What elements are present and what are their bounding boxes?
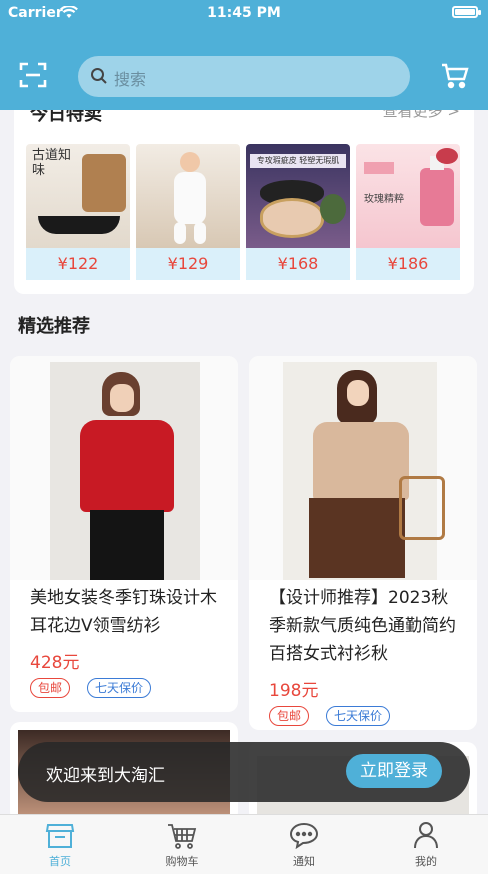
tab-label: 首页 — [49, 855, 71, 868]
shopping-cart-icon — [167, 821, 197, 849]
search-placeholder: 搜索 — [114, 70, 147, 89]
tab-notifications[interactable]: 通知 — [264, 815, 344, 874]
tab-label: 通知 — [293, 855, 315, 868]
today-deals-card: 今日特卖 查看更多 > 古道知味 ¥122 ¥129 专攻瑕疵皮 轻塑无瑕肌 ¥… — [14, 96, 474, 294]
deal-item[interactable]: 玫瑰精粹 ¥186 — [356, 144, 460, 280]
featured-section-title: 精选推荐 — [18, 316, 90, 337]
product-name: 【设计师推荐】2023秋季新款气质纯色通勤简约百搭女式衬衫秋 — [269, 588, 456, 664]
product-image — [249, 356, 477, 580]
app-header: Carrier 11:45 PM 搜索 — [0, 0, 488, 110]
tab-bar: 首页 购物车 通知 我的 — [0, 814, 488, 874]
login-banner: 欢迎来到大淘汇 立即登录 — [18, 742, 470, 802]
tag-price-protect: 七天保价 — [87, 678, 152, 698]
scan-icon[interactable] — [18, 60, 48, 90]
status-time: 11:45 PM — [207, 5, 281, 21]
product-image — [10, 356, 238, 580]
deal-image-caption: 专攻瑕疵皮 轻塑无瑕肌 — [250, 154, 346, 168]
deal-price: ¥129 — [136, 248, 240, 280]
deal-image-rose-essence: 玫瑰精粹 — [356, 144, 460, 248]
deal-image-caption: 玫瑰精粹 — [364, 194, 404, 205]
tab-home[interactable]: 首页 — [20, 815, 100, 874]
tab-label: 购物车 — [165, 855, 199, 868]
login-button[interactable]: 立即登录 — [346, 754, 442, 788]
login-banner-text: 欢迎来到大淘汇 — [46, 766, 165, 786]
person-icon — [411, 821, 441, 849]
search-input[interactable]: 搜索 — [78, 56, 410, 97]
battery-icon — [452, 6, 481, 18]
tag-free-shipping: 包邮 — [269, 706, 310, 726]
product-name: 美地女装冬季钉珠设计木耳花边V领雪纺衫 — [30, 588, 217, 636]
cart-icon[interactable] — [440, 60, 470, 90]
tab-cart[interactable]: 购物车 — [142, 815, 222, 874]
deal-item[interactable]: 古道知味 ¥122 — [26, 144, 130, 280]
chat-bubble-icon — [289, 821, 319, 850]
home-shop-icon — [45, 821, 75, 849]
product-card[interactable]: 【设计师推荐】2023秋季新款气质纯色通勤简约百搭女式衬衫秋 198元 包邮 七… — [249, 356, 477, 730]
deal-price: ¥168 — [246, 248, 350, 280]
deal-image-baby — [136, 144, 240, 248]
deal-image-caption: 古道知味 — [32, 148, 72, 178]
product-price: 198元 — [269, 681, 319, 701]
product-card[interactable]: 美地女装冬季钉珠设计木耳花边V领雪纺衫 428元 包邮 七天保价 — [10, 356, 238, 712]
tab-label: 我的 — [415, 855, 437, 868]
tag-free-shipping: 包邮 — [30, 678, 71, 698]
status-bar: Carrier 11:45 PM — [0, 0, 488, 28]
deal-image-cushion: 专攻瑕疵皮 轻塑无瑕肌 — [246, 144, 350, 248]
deal-image-wok: 古道知味 — [26, 144, 130, 248]
deal-item[interactable]: 专攻瑕疵皮 轻塑无瑕肌 ¥168 — [246, 144, 350, 280]
deal-price: ¥122 — [26, 248, 130, 280]
deal-item[interactable]: ¥129 — [136, 144, 240, 280]
tag-price-protect: 七天保价 — [326, 706, 391, 726]
search-icon — [90, 67, 108, 89]
deal-price: ¥186 — [356, 248, 460, 280]
tab-profile[interactable]: 我的 — [386, 815, 466, 874]
product-price: 428元 — [30, 653, 80, 673]
